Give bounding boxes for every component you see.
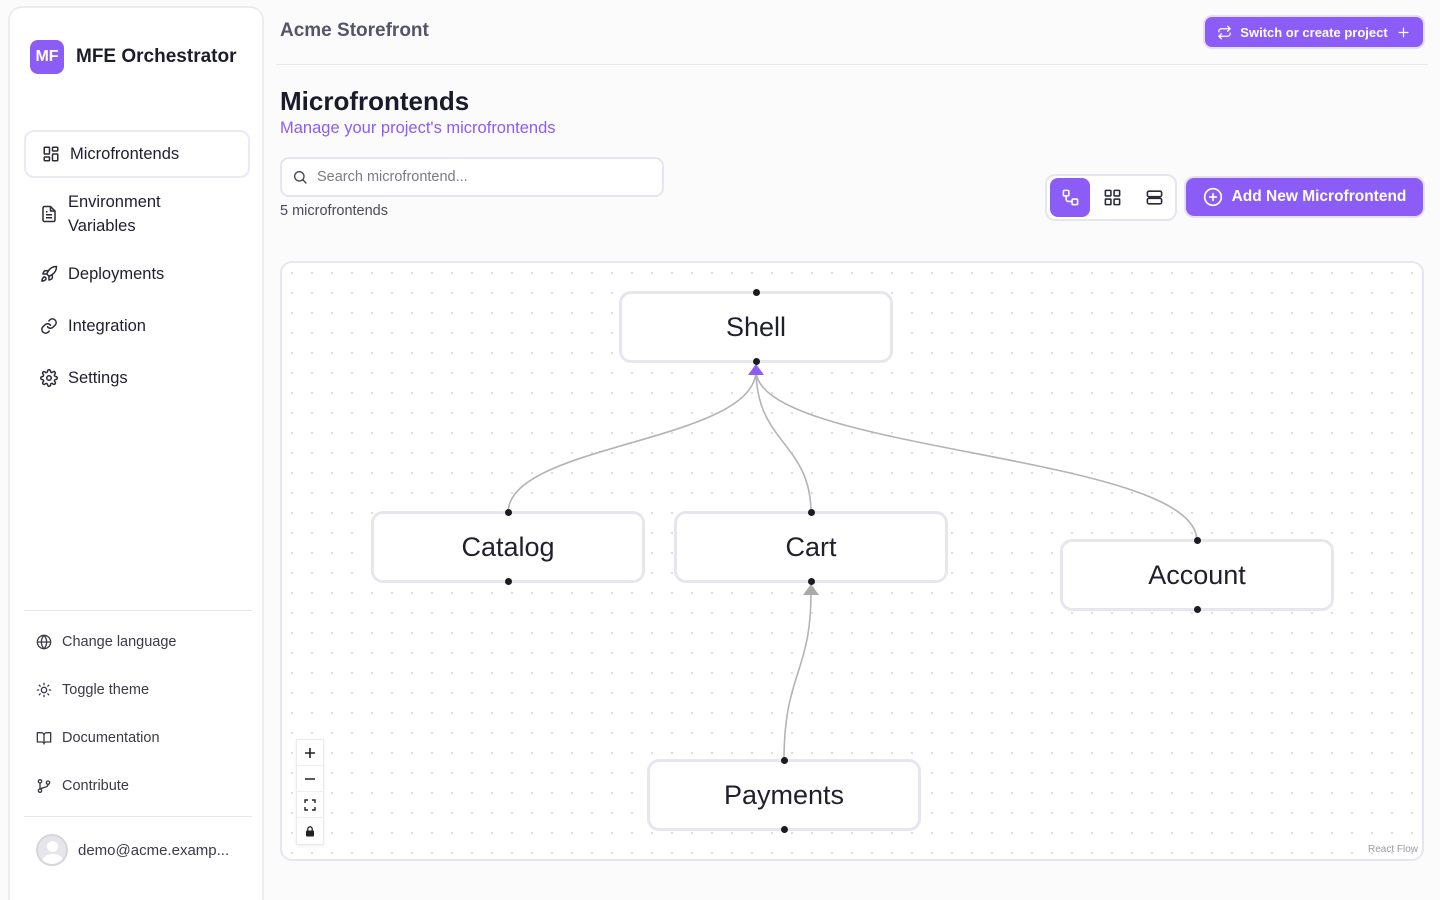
sidebar: MF MFE Orchestrator Microfrontends Envir… bbox=[8, 6, 264, 900]
grid-view-button[interactable] bbox=[1092, 178, 1132, 217]
search-box bbox=[280, 157, 664, 197]
link-icon bbox=[40, 317, 58, 335]
sidebar-nav: Microfrontends Environment Variables Dep… bbox=[24, 130, 250, 406]
file-text-icon bbox=[40, 205, 58, 223]
zoom-in-button[interactable] bbox=[297, 740, 323, 766]
edge-payments-cart bbox=[783, 592, 812, 762]
sidebar-item-label: Deployments bbox=[68, 264, 165, 283]
switch-icon bbox=[1217, 25, 1232, 40]
node-handle-bottom[interactable] bbox=[807, 578, 815, 585]
node-label: Account bbox=[1148, 559, 1246, 590]
change-language-label: Change language bbox=[62, 634, 177, 650]
node-catalog[interactable]: Catalog bbox=[371, 509, 645, 585]
sidebar-item-microfrontends[interactable]: Microfrontends bbox=[24, 130, 250, 178]
node-handle-bottom[interactable] bbox=[780, 826, 788, 833]
sidebar-item-settings[interactable]: Settings bbox=[24, 354, 250, 402]
react-flow-attribution[interactable]: React Flow bbox=[1368, 844, 1418, 855]
node-label: Cart bbox=[785, 531, 837, 562]
zoom-out-button[interactable] bbox=[297, 766, 323, 792]
brand-logo: MF bbox=[30, 40, 64, 74]
user-menu[interactable]: demo@acme.examp... bbox=[36, 834, 229, 866]
lock-icon bbox=[304, 825, 316, 837]
microfrontend-count: 5 microfrontends bbox=[280, 203, 388, 219]
book-open-icon bbox=[36, 730, 52, 746]
list-view-button[interactable] bbox=[1134, 178, 1174, 217]
plus-icon bbox=[1396, 25, 1411, 40]
change-language-button[interactable]: Change language bbox=[24, 618, 250, 666]
add-microfrontend-button[interactable]: Add New Microfrontend bbox=[1186, 178, 1423, 216]
project-title: Acme Storefront bbox=[280, 20, 429, 41]
node-handle-top[interactable] bbox=[1193, 537, 1201, 544]
edge-arrow-cart bbox=[803, 584, 819, 595]
search-icon bbox=[292, 169, 308, 185]
page-title: Microfrontends bbox=[280, 86, 470, 116]
switch-project-label: Switch or create project bbox=[1240, 24, 1388, 40]
sidebar-item-deployments[interactable]: Deployments bbox=[24, 250, 250, 298]
node-handle-bottom[interactable] bbox=[1193, 606, 1201, 613]
graph-view-icon bbox=[1061, 188, 1080, 207]
node-handle-bottom[interactable] bbox=[752, 358, 760, 365]
toggle-theme-button[interactable]: Toggle theme bbox=[24, 666, 250, 714]
fit-view-button[interactable] bbox=[297, 792, 323, 818]
dependency-graph-canvas[interactable]: Shell Catalog Cart Account Payments Reac… bbox=[280, 261, 1424, 861]
rocket-icon bbox=[40, 265, 58, 283]
plus-circle-icon bbox=[1203, 187, 1223, 207]
layout-dashboard-icon bbox=[42, 145, 60, 163]
node-handle-top[interactable] bbox=[504, 509, 512, 516]
node-cart[interactable]: Cart bbox=[674, 509, 948, 585]
sidebar-item-integration[interactable]: Integration bbox=[24, 302, 250, 350]
sidebar-divider bbox=[24, 610, 252, 611]
node-label: Catalog bbox=[461, 531, 555, 562]
sidebar-item-label: Environment Variables bbox=[68, 193, 161, 235]
contribute-link[interactable]: Contribute bbox=[24, 762, 250, 810]
sidebar-divider bbox=[24, 816, 252, 817]
page-subtitle: Manage your project's microfrontends bbox=[280, 119, 556, 137]
documentation-link[interactable]: Documentation bbox=[24, 714, 250, 762]
node-handle-top[interactable] bbox=[780, 757, 788, 764]
node-shell[interactable]: Shell bbox=[619, 289, 893, 365]
view-mode-toggle bbox=[1045, 174, 1177, 221]
sidebar-item-label: Settings bbox=[68, 368, 128, 387]
gear-icon bbox=[40, 369, 58, 387]
node-handle-top[interactable] bbox=[807, 509, 815, 516]
brand[interactable]: MF MFE Orchestrator bbox=[30, 40, 236, 74]
lock-button[interactable] bbox=[297, 818, 323, 844]
fit-view-icon bbox=[304, 798, 316, 811]
edge-arrow-shell bbox=[748, 364, 764, 375]
add-microfrontend-label: Add New Microfrontend bbox=[1231, 188, 1407, 205]
avatar bbox=[36, 834, 68, 866]
plus-icon bbox=[304, 747, 316, 759]
globe-icon bbox=[36, 634, 52, 650]
sun-icon bbox=[36, 682, 52, 698]
edge-catalog-shell bbox=[507, 369, 757, 514]
search-input[interactable] bbox=[317, 169, 637, 185]
node-handle-top[interactable] bbox=[752, 289, 760, 296]
edge-cart-shell bbox=[755, 369, 812, 514]
minus-icon bbox=[304, 773, 316, 785]
documentation-label: Documentation bbox=[62, 730, 160, 746]
switch-project-button[interactable]: Switch or create project bbox=[1205, 17, 1423, 47]
list-view-icon bbox=[1145, 188, 1164, 207]
sidebar-item-environment-variables[interactable]: Environment Variables bbox=[24, 182, 250, 246]
git-branch-icon bbox=[36, 778, 52, 794]
contribute-label: Contribute bbox=[62, 778, 129, 794]
node-handle-bottom[interactable] bbox=[504, 578, 512, 585]
node-label: Payments bbox=[723, 779, 845, 810]
grid-view-icon bbox=[1103, 188, 1122, 207]
node-account[interactable]: Account bbox=[1060, 537, 1334, 613]
node-payments[interactable]: Payments bbox=[647, 757, 921, 833]
graph-view-button[interactable] bbox=[1050, 178, 1090, 217]
header-divider bbox=[276, 64, 1428, 65]
sidebar-item-label: Integration bbox=[68, 316, 146, 335]
toggle-theme-label: Toggle theme bbox=[62, 682, 150, 698]
brand-name: MFE Orchestrator bbox=[76, 46, 237, 67]
node-label: Shell bbox=[725, 311, 787, 342]
flow-controls bbox=[296, 739, 324, 845]
user-email: demo@acme.examp... bbox=[78, 841, 230, 859]
sidebar-utilities: Change language Toggle theme Documentati… bbox=[24, 618, 250, 810]
sidebar-item-label: Microfrontends bbox=[70, 144, 180, 163]
